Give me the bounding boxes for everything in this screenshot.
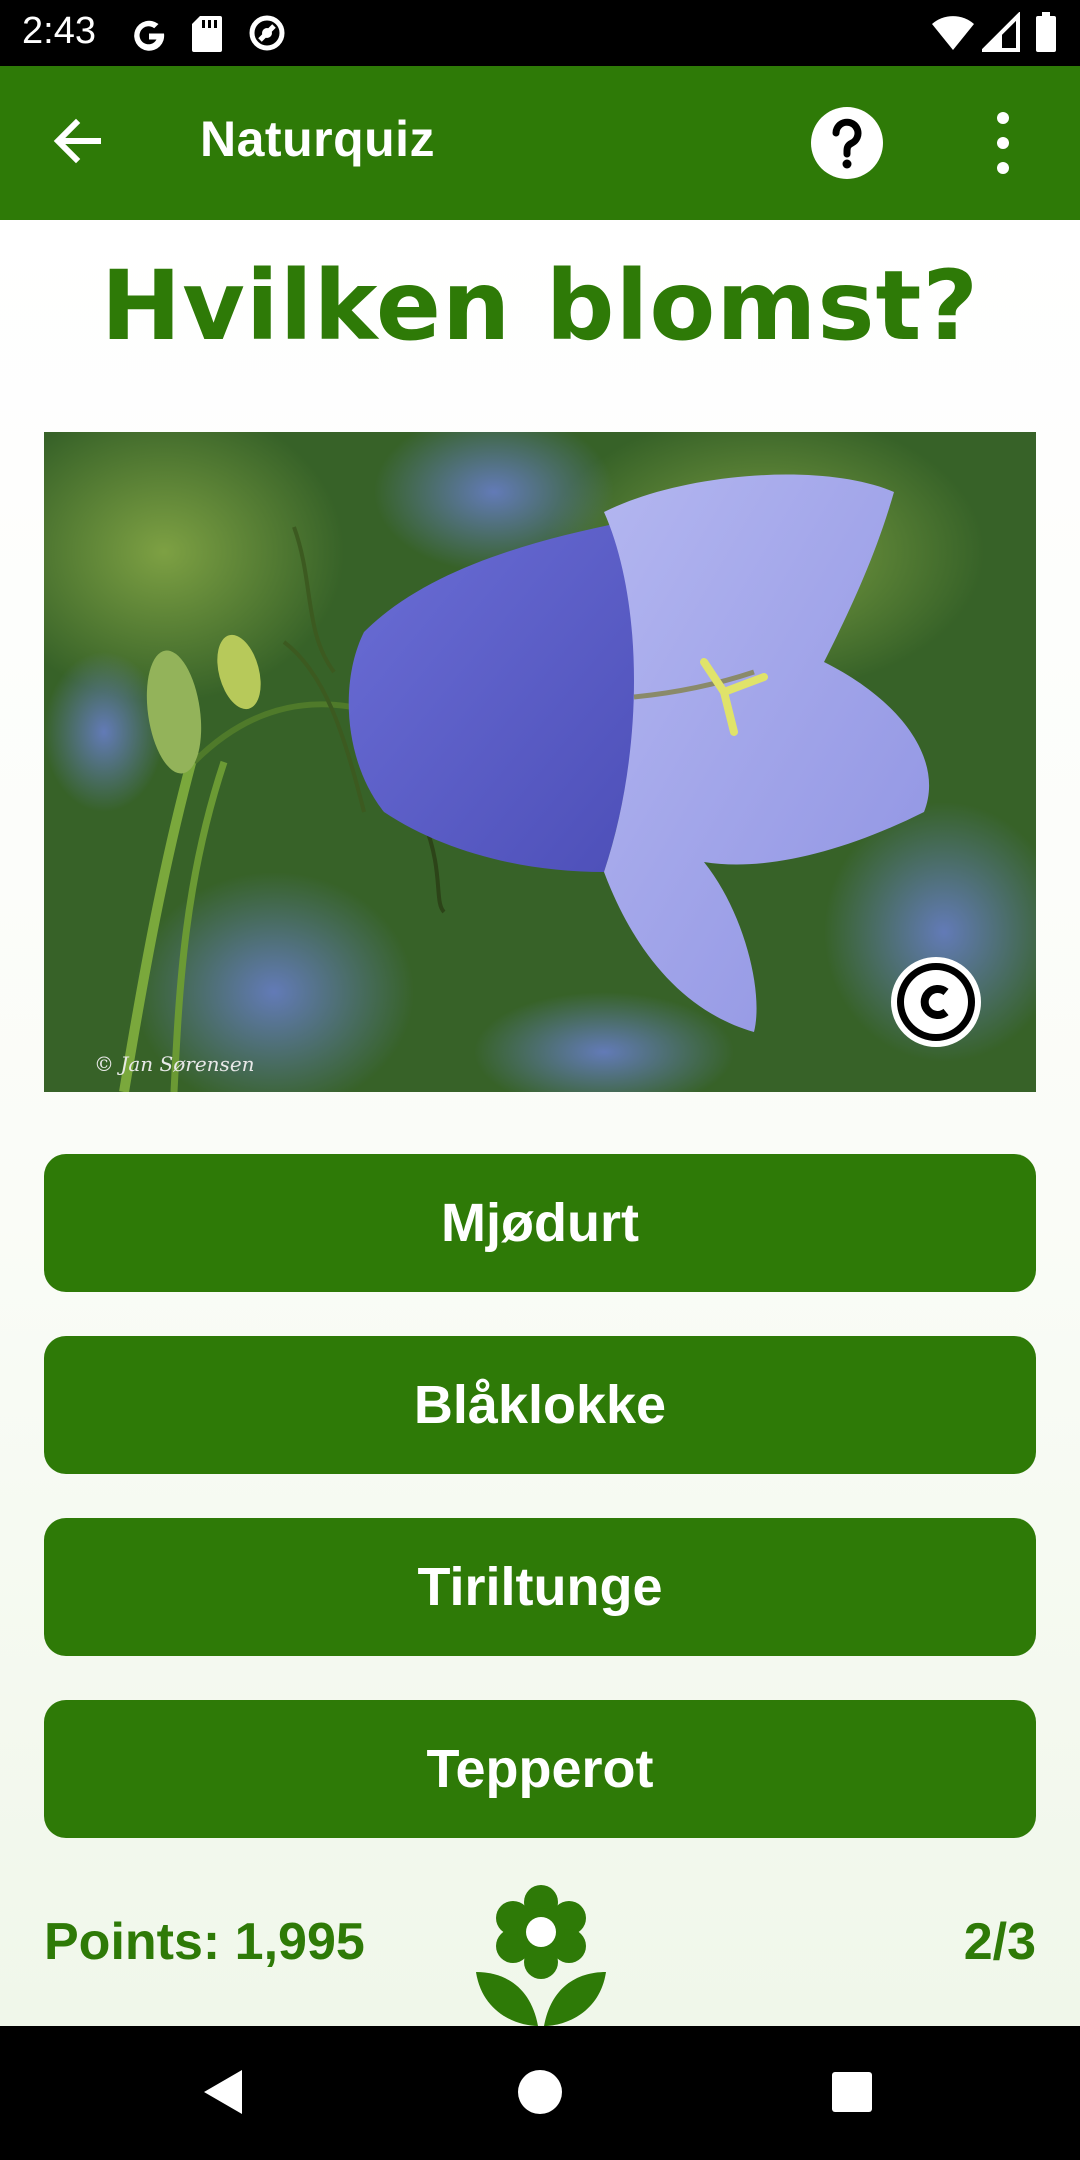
help-icon[interactable] (810, 106, 884, 180)
back-triangle-icon[interactable] (194, 2060, 258, 2124)
app-bar: Naturquiz (0, 66, 1080, 220)
photo-credit: © Jan Sørensen (94, 1052, 255, 1076)
home-circle-icon[interactable] (508, 2060, 572, 2124)
copyright-icon[interactable] (890, 956, 982, 1048)
bellflower-image (44, 432, 1036, 1092)
back-arrow-icon[interactable] (48, 111, 108, 171)
quiz-photo: © Jan Sørensen (44, 432, 1036, 1092)
signal-icon (982, 12, 1020, 52)
answer-button-1[interactable]: Mjødurt (44, 1154, 1036, 1292)
data-saver-icon (249, 15, 285, 51)
flower-icon (476, 1885, 606, 2026)
recents-square-icon[interactable] (820, 2060, 884, 2124)
wifi-icon (932, 16, 974, 50)
app-title: Naturquiz (200, 111, 436, 167)
points-label: Points: 1,995 (44, 1913, 365, 1971)
status-time: 2:43 (22, 10, 96, 52)
question-title: Hvilken blomst? (100, 250, 980, 362)
more-vert-icon[interactable] (978, 106, 1028, 180)
sd-card-icon (192, 16, 222, 52)
answer-button-4[interactable]: Tepperot (44, 1700, 1036, 1838)
answer-button-3[interactable]: Tiriltunge (44, 1518, 1036, 1656)
status-bar: 2:43 (0, 0, 1080, 66)
google-icon (134, 20, 165, 51)
navigation-bar (0, 2026, 1080, 2160)
quiz-content: Hvilken blomst? © Jan Sørensen Mjødurt B… (0, 220, 1080, 2026)
battery-icon (1036, 12, 1056, 52)
progress-label: 2/3 (963, 1913, 1036, 1971)
answer-button-2[interactable]: Blåklokke (44, 1336, 1036, 1474)
